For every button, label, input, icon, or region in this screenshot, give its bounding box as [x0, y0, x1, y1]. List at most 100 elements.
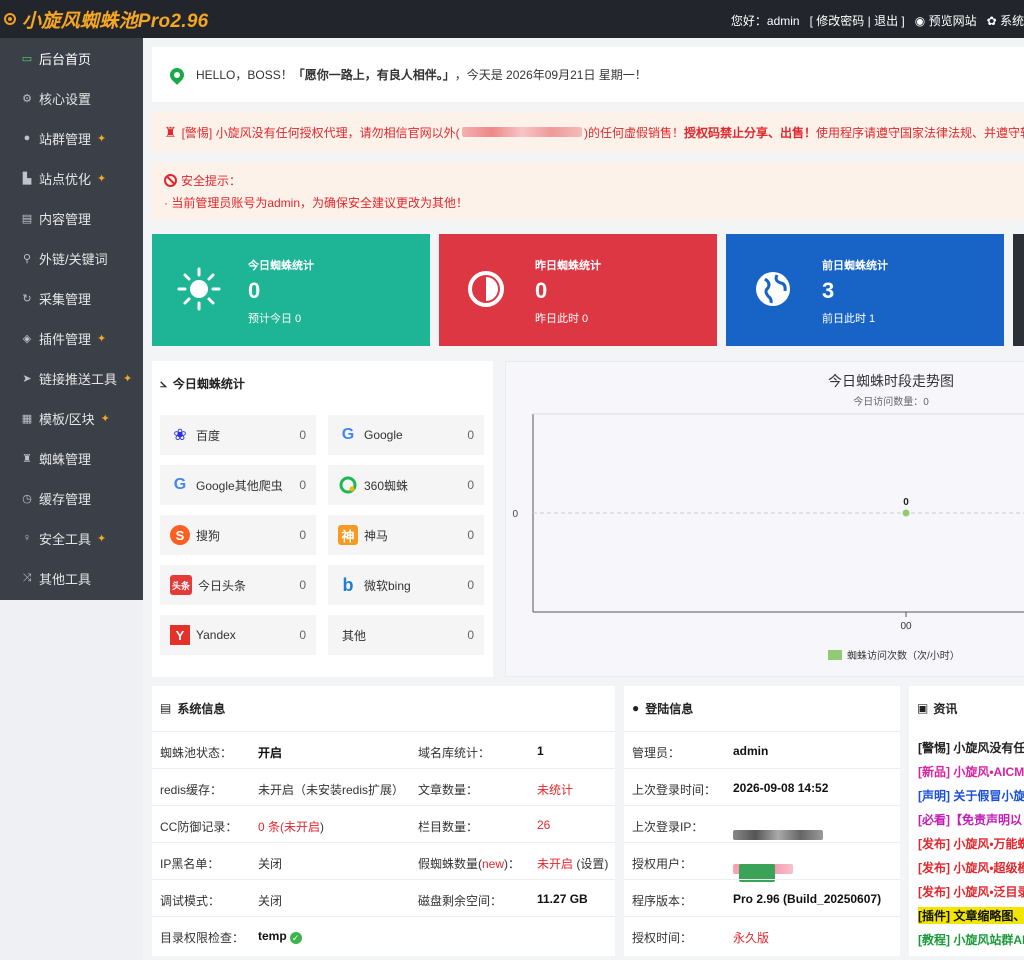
- value: 永久版: [733, 931, 770, 945]
- news-item[interactable]: [新品] 小旋风•AICM: [918, 763, 1024, 780]
- spider-google[interactable]: G Google 0: [328, 415, 484, 455]
- brand-logo-icon: [4, 13, 16, 25]
- hello-bar: HELLO，BOSS！ 「愿你一路上，有良人相伴。」 ，今天是 2026年09月…: [152, 47, 1024, 102]
- news-item[interactable]: [声明] 关于假冒小旋: [918, 787, 1024, 804]
- top-right-menu: 您好：admin [ 修改密码 | 退出 ] ◉ 预览网站 ✿ 系统: [721, 12, 1024, 29]
- x-tick-label: 00: [900, 621, 912, 632]
- panel-title: 系统信息: [177, 701, 226, 716]
- document-icon: ▤: [21, 212, 33, 225]
- trend-chart: 0 00 0: [512, 413, 1024, 632]
- label: redis缓存：: [160, 783, 223, 797]
- spider-name: 其他: [342, 628, 367, 643]
- stat-card-partial[interactable]: [1013, 234, 1024, 346]
- ban-icon: [164, 174, 177, 187]
- spider-google-other[interactable]: G Google其他爬虫 0: [160, 465, 316, 505]
- news-item[interactable]: [插件] 文章缩略图、: [918, 907, 1024, 924]
- pin-icon: ✦: [97, 532, 107, 545]
- news-item[interactable]: [必看]【免责声明以: [918, 811, 1022, 828]
- spider-360[interactable]: 360蜘蛛 0: [328, 465, 484, 505]
- sidebar-item-label: 核心设置: [39, 91, 92, 107]
- gear-icon: ✿: [986, 14, 997, 28]
- stat-card-day-before[interactable]: 前日蜘蛛统计 3 前日此时 1: [726, 234, 1004, 346]
- shield-icon: ◈: [22, 332, 32, 345]
- cc-count: 0 条(: [258, 820, 285, 834]
- value: admin: [733, 744, 769, 758]
- sidebar-item-core-settings[interactable]: ⚙ 核心设置: [0, 78, 143, 118]
- stat-card-yesterday[interactable]: 昨日蜘蛛统计 0 昨日此时 0: [439, 234, 717, 346]
- news-item[interactable]: [发布] 小旋风•超级模: [918, 859, 1024, 876]
- spider-name: Yandex: [196, 628, 236, 642]
- cc-status[interactable]: 未开启: [284, 820, 320, 834]
- value: 未统计: [537, 783, 574, 797]
- spider-bing[interactable]: b 微软bing 0: [328, 565, 484, 605]
- card-sub: 昨日此时 0: [535, 313, 589, 325]
- chart-title: 今日蜘蛛时段走势图: [828, 373, 954, 389]
- news-item[interactable]: [发布] 小旋风•泛目录: [918, 883, 1024, 900]
- spider-shenma[interactable]: 神神马 0: [328, 515, 484, 555]
- sidebar-item-spiders[interactable]: ♜ 蜘蛛管理: [0, 438, 143, 478]
- pin-icon: ✦: [97, 172, 107, 185]
- warning-bold: 授权码禁止分享、出售！: [683, 125, 816, 140]
- card-sub: 预计今日 0: [248, 313, 302, 325]
- warning-tail: 使用程序请遵守国家法律法规、并遵守软: [815, 125, 1024, 140]
- label: 授权用户：: [632, 857, 693, 871]
- sidebar-item-site-optimize[interactable]: ▙ 站点优化 ✦: [0, 158, 143, 198]
- sidebar-item-label: 蜘蛛管理: [39, 451, 92, 467]
- news-item[interactable]: [警惕] 小旋风没有任: [918, 739, 1024, 756]
- sidebar-item-content[interactable]: ▤ 内容管理: [0, 198, 143, 238]
- sidebar-item-home[interactable]: ▭ 后台首页: [0, 38, 143, 78]
- sidebar-item-collect[interactable]: ↻ 采集管理: [0, 278, 143, 318]
- account-links[interactable]: [ 修改密码 | 退出 ]: [810, 12, 905, 29]
- pin-icon: ✦: [123, 372, 133, 385]
- sun-icon: [176, 266, 222, 312]
- spider-toutiao[interactable]: 头条 今日头条 0: [160, 565, 316, 605]
- value: 11.27 GB: [537, 892, 588, 906]
- android-icon: ♜: [22, 452, 32, 465]
- value: 2026-09-08 14:52: [733, 781, 829, 795]
- sogou-icon: S: [170, 525, 190, 545]
- spider-yandex[interactable]: Y Yandex 0: [160, 615, 316, 655]
- label: 上次登录IP：: [632, 820, 704, 834]
- sidebar: ▭ 后台首页 ⚙ 核心设置 ● 站群管理 ✦ ▙ 站点优化 ✦ ▤ 内容管理 ⚲ 外链/关键词 …: [0, 38, 143, 600]
- spider-baidu[interactable]: ❀ 百度 0: [160, 415, 316, 455]
- news-item[interactable]: [教程] 小旋风站群AI: [918, 931, 1024, 948]
- warning-middle: )的任何虚假销售！: [583, 125, 684, 140]
- news-item[interactable]: [发布] 小旋风•万能蜘: [918, 835, 1024, 852]
- sidebar-item-links-keywords[interactable]: ⚲ 外链/关键词: [0, 238, 143, 278]
- spider-other[interactable]: 其他 0: [328, 615, 484, 655]
- sidebar-item-push-tools[interactable]: ➤ 链接推送工具 ✦: [0, 358, 143, 398]
- system-link[interactable]: ✿ 系统: [987, 12, 1024, 29]
- cc-close: ): [320, 820, 325, 834]
- top-bar: 小旋风蜘蛛池Pro2.96 您好：admin [ 修改密码 | 退出 ] ◉ 预…: [0, 0, 1024, 38]
- spider-count: 0: [299, 628, 306, 642]
- half-moon-icon: [463, 266, 509, 312]
- sidebar-item-templates[interactable]: ▦ 模板/区块 ✦: [0, 398, 143, 438]
- card-title: 前日蜘蛛统计: [822, 260, 888, 272]
- sidebar-item-security[interactable]: ♀ 安全工具 ✦: [0, 518, 143, 558]
- sidebar-item-cache[interactable]: ◷ 缓存管理: [0, 478, 143, 518]
- stat-card-today[interactable]: 今日蜘蛛统计 0 预计今日 0: [152, 234, 430, 346]
- spider-count: 0: [299, 578, 306, 592]
- document-icon: ▤: [160, 701, 172, 715]
- sidebar-item-other[interactable]: ⤨ 其他工具: [0, 558, 143, 598]
- value: temp ✓: [258, 929, 302, 944]
- chart-legend[interactable]: 蜘蛛访问次数（次/小时）: [828, 647, 960, 662]
- sidebar-item-site-group[interactable]: ● 站群管理 ✦: [0, 118, 143, 158]
- login-row: 授权用户：: [624, 842, 900, 882]
- sysinfo-row: IP黑名单： 关闭 假蜘蛛数量(new)： 未开启 (设置): [152, 842, 615, 879]
- grid-icon: ▦: [21, 412, 33, 425]
- preview-site-link[interactable]: ◉ 预览网站: [915, 12, 977, 29]
- spider-count: 0: [299, 428, 306, 442]
- label: 目录权限检查：: [160, 931, 245, 945]
- sysinfo-row: 目录权限检查： temp ✓: [152, 916, 615, 953]
- spider-count: 0: [299, 478, 306, 492]
- settings-link[interactable]: (设置): [573, 857, 608, 871]
- card-value: 0: [248, 278, 261, 303]
- spider-sogou[interactable]: S 搜狗 0: [160, 515, 316, 555]
- spider-name: 360蜘蛛: [364, 478, 409, 493]
- sysinfo-row: 调试模式： 关闭 磁盘剩余空间： 11.27 GB: [152, 879, 615, 916]
- brand[interactable]: 小旋风蜘蛛池Pro2.96: [4, 7, 209, 32]
- main-content: HELLO，BOSS！ 「愿你一路上，有良人相伴。」 ，今天是 2026年09月…: [143, 38, 1024, 960]
- legend-swatch: [828, 649, 842, 660]
- sidebar-item-plugins[interactable]: ◈ 插件管理 ✦: [0, 318, 143, 358]
